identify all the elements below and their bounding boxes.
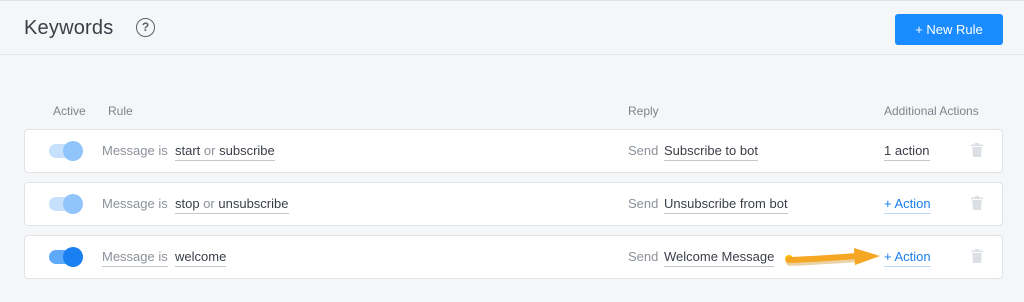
keyword-2: unsubscribe: [218, 196, 289, 211]
column-header-reply: Reply: [628, 104, 659, 118]
page-header: Keywords ? + New Rule: [0, 1, 1024, 55]
keyword-rule-row: Message is start or subscribe Send Subsc…: [24, 129, 1003, 173]
active-toggle[interactable]: [49, 247, 83, 267]
keyword-1: stop: [175, 196, 200, 211]
add-action-link[interactable]: + Action: [884, 249, 931, 267]
reply-message-field[interactable]: Welcome Message: [664, 249, 775, 267]
reply-prefix: Send: [628, 196, 659, 211]
reply-prefix: Send: [628, 143, 659, 158]
new-rule-button[interactable]: + New Rule: [895, 14, 1003, 45]
keyword-connector: or: [203, 196, 215, 211]
rule-prefix[interactable]: Message is: [102, 249, 168, 267]
reply-message-field[interactable]: Unsubscribe from bot: [664, 196, 788, 214]
add-action-link[interactable]: + Action: [884, 196, 931, 214]
column-header-active: Active: [53, 104, 86, 118]
trash-icon[interactable]: [971, 196, 983, 210]
actions-link[interactable]: 1 action: [884, 143, 930, 161]
toggle-knob: [63, 141, 83, 161]
keyword-2: subscribe: [219, 143, 275, 158]
trash-icon[interactable]: [971, 143, 983, 157]
rule-keywords-field[interactable]: stop or unsubscribe: [175, 196, 289, 214]
toggle-knob: [63, 247, 83, 267]
rule-keywords-field[interactable]: start or subscribe: [175, 143, 275, 161]
rule-prefix: Message is: [102, 196, 168, 211]
toggle-knob: [63, 194, 83, 214]
column-header-rule: Rule: [108, 104, 133, 118]
active-toggle[interactable]: [49, 141, 83, 161]
rule-prefix: Message is: [102, 143, 168, 158]
keyword-rule-row: Message is stop or unsubscribe Send Unsu…: [24, 182, 1003, 226]
keyword-1[interactable]: welcome: [175, 249, 227, 267]
pointer-arrow-icon: [786, 248, 880, 266]
keyword-1: start: [175, 143, 201, 158]
reply-message-field[interactable]: Subscribe to bot: [664, 143, 758, 161]
keyword-connector: or: [203, 143, 216, 158]
column-header-additional-actions: Additional Actions: [884, 104, 979, 118]
trash-icon[interactable]: [971, 249, 983, 263]
help-icon[interactable]: ?: [136, 18, 155, 37]
page-title: Keywords: [24, 17, 114, 39]
reply-prefix: Send: [628, 249, 659, 264]
active-toggle[interactable]: [49, 194, 83, 214]
